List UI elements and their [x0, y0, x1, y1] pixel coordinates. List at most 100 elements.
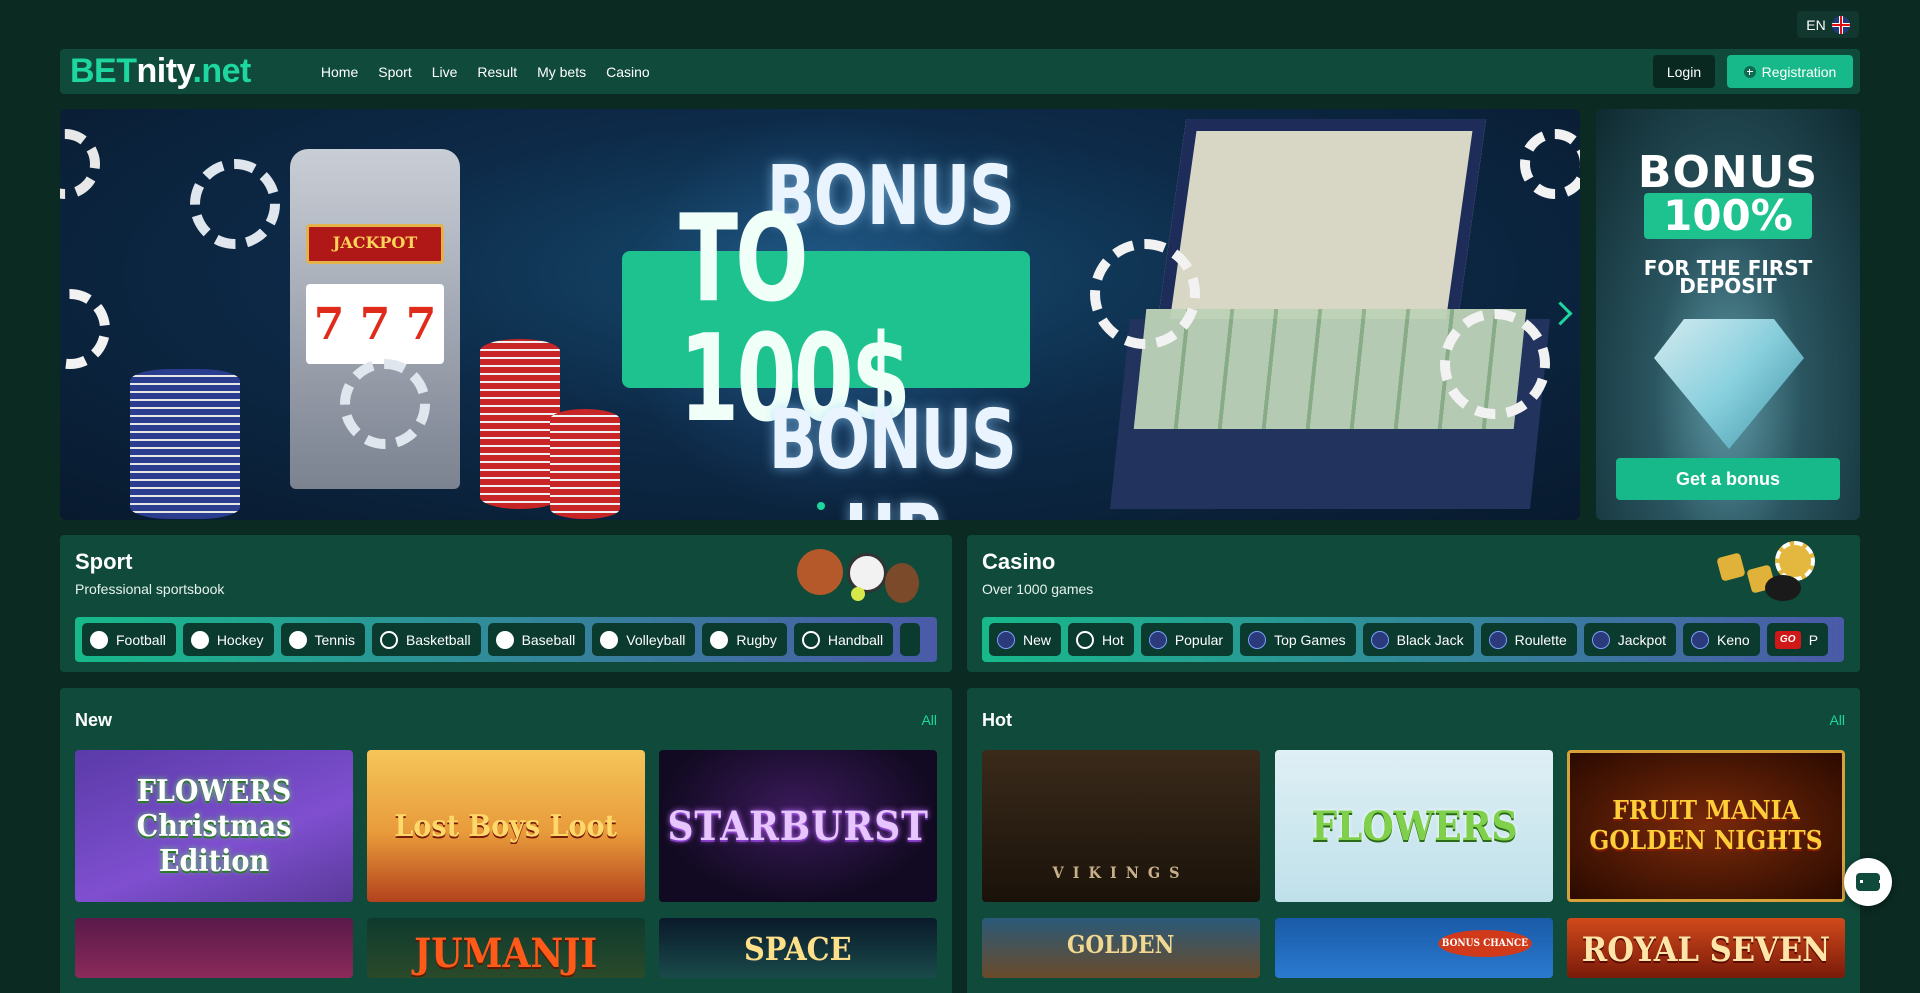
poker-chip-icon	[1090, 239, 1200, 349]
nav-my-bets[interactable]: My bets	[537, 64, 586, 80]
tab-jackpot[interactable]: Jackpot	[1583, 623, 1676, 656]
keno-icon	[1691, 630, 1709, 649]
side-bonus-percent: 100%	[1644, 193, 1812, 239]
casino-subtitle: Over 1000 games	[982, 581, 1094, 597]
casino-title: Casino	[982, 549, 1056, 574]
game-tile[interactable]: JUMANJI	[367, 918, 645, 978]
nav-sport[interactable]: Sport	[378, 64, 411, 80]
grid-icon	[1248, 630, 1267, 649]
hero-banner[interactable]: JACKPOT 7 7 7 BONUS UP TO 100$ BONUS UP	[60, 109, 1580, 520]
tab-label: Hockey	[216, 631, 264, 648]
game-tile[interactable]: FRUIT MANIA GOLDEN NIGHTS	[1567, 750, 1845, 902]
poker-chip-icon	[190, 159, 280, 249]
nav-result[interactable]: Result	[477, 64, 517, 80]
hot-all-link[interactable]: All	[1829, 712, 1845, 728]
tab-keno[interactable]: Keno	[1683, 623, 1760, 656]
game-title: STARBURST	[667, 802, 929, 850]
sport-balls-image	[797, 543, 927, 605]
registration-button[interactable]: Registration	[1727, 55, 1853, 88]
nav-live[interactable]: Live	[432, 64, 458, 80]
nav-home[interactable]: Home	[321, 64, 358, 80]
new-games-section: New All FLOWERS Christmas Edition Lost B…	[60, 688, 952, 993]
hot-games-section: Hot All VIKINGS FLOWERS FRUIT MANIA GOLD…	[967, 688, 1860, 993]
tab-label: Basketball	[405, 631, 471, 648]
language-code: EN	[1806, 16, 1826, 33]
logo-text-nity: nity	[136, 52, 193, 90]
game-title: Lost Boys Loot	[394, 808, 618, 844]
game-tile[interactable]: FLOWERS Christmas Edition	[75, 750, 353, 902]
carousel-next-icon[interactable]	[1552, 297, 1572, 333]
hero-highlight-box: TO 100$	[622, 199, 1030, 439]
site-logo[interactable]: BETnity.net	[70, 52, 251, 91]
new-section-title: New	[75, 710, 113, 730]
basketball-icon	[379, 630, 398, 649]
tab-partial[interactable]: GO P	[1766, 623, 1829, 656]
tab-hockey[interactable]: Hockey	[182, 623, 274, 656]
tab-top-games[interactable]: Top Games	[1240, 623, 1356, 656]
plus-icon	[1743, 65, 1756, 78]
game-tile[interactable]: STARBURST	[659, 750, 937, 902]
tab-label: Football	[116, 631, 166, 648]
tab-rugby[interactable]: Rugby	[702, 623, 787, 656]
game-tile[interactable]: BONUS CHANCE	[1275, 918, 1553, 978]
jackpot-sign: JACKPOT	[306, 224, 444, 264]
tab-label: Rugby	[736, 631, 777, 648]
tab-volleyball[interactable]: Volleyball	[592, 623, 696, 656]
tab-popular[interactable]: Popular	[1140, 623, 1234, 656]
game-tile[interactable]: Lost Boys Loot	[367, 750, 645, 902]
game-tile[interactable]: FLOWERS	[1275, 750, 1553, 902]
login-button[interactable]: Login	[1653, 55, 1715, 88]
carousel-dot[interactable]	[817, 502, 825, 510]
poker-chip-icon	[60, 129, 100, 199]
tab-tennis[interactable]: Tennis	[280, 623, 365, 656]
chat-icon	[1856, 873, 1882, 891]
tab-label: Keno	[1717, 631, 1750, 648]
tab-label: P	[1808, 631, 1819, 648]
game-title: SPACE	[744, 930, 852, 968]
top-header: BETnity.net Home Sport Live Result My be…	[60, 49, 1860, 94]
volleyball-icon	[600, 630, 619, 649]
game-tile[interactable]: VIKINGS	[982, 750, 1260, 902]
hot-section-title: Hot	[982, 710, 1012, 730]
tab-overflow[interactable]	[900, 623, 921, 656]
handball-icon	[801, 630, 820, 649]
tab-label: Baseball	[521, 631, 576, 648]
tab-label: Popular	[1174, 631, 1224, 648]
tab-baseball[interactable]: Baseball	[487, 623, 586, 656]
tab-label: Hot	[1102, 631, 1124, 648]
game-tile[interactable]: SPACE	[659, 918, 937, 978]
tab-label: Top Games	[1274, 631, 1346, 648]
new-all-link[interactable]: All	[921, 712, 937, 728]
tab-football[interactable]: Football	[82, 623, 176, 656]
chip-stack	[480, 339, 560, 509]
diamond-image	[1654, 319, 1804, 449]
tab-label: Black Jack	[1396, 631, 1464, 648]
get-bonus-button[interactable]: Get a bonus	[1616, 458, 1840, 500]
chip-stack	[550, 409, 620, 519]
main-nav: Home Sport Live Result My bets Casino	[321, 64, 650, 80]
language-selector[interactable]: EN	[1797, 11, 1859, 38]
chat-button[interactable]	[1844, 858, 1892, 906]
tab-label: Jackpot	[1617, 631, 1666, 648]
reel-symbol: 7	[405, 298, 437, 350]
nav-casino[interactable]: Casino	[606, 64, 650, 80]
tab-new[interactable]: New	[989, 623, 1062, 656]
dice-chips-image	[1715, 541, 1835, 605]
game-tile[interactable]: GOLDEN	[982, 918, 1260, 978]
tab-roulette[interactable]: Roulette	[1480, 623, 1577, 656]
game-title: VIKINGS	[1052, 863, 1190, 882]
side-bonus-banner: BONUS 100% FOR THE FIRST DEPOSIT Get a b…	[1596, 109, 1860, 520]
tennis-icon	[288, 630, 307, 649]
registration-label: Registration	[1761, 63, 1837, 80]
poker-chip-icon	[60, 289, 110, 369]
game-title: JUMANJI	[414, 930, 598, 977]
game-tile[interactable]	[75, 918, 353, 978]
tab-hot[interactable]: Hot	[1068, 623, 1134, 656]
game-tile[interactable]: ROYAL SEVEN	[1567, 918, 1845, 978]
tab-black-jack[interactable]: Black Jack	[1362, 623, 1474, 656]
tab-label: Handball	[827, 631, 884, 648]
tab-basketball[interactable]: Basketball	[371, 623, 481, 656]
side-subtitle-line2: DEPOSIT	[1679, 274, 1777, 298]
tab-handball[interactable]: Handball	[793, 623, 894, 656]
tab-label: New	[1023, 631, 1052, 648]
